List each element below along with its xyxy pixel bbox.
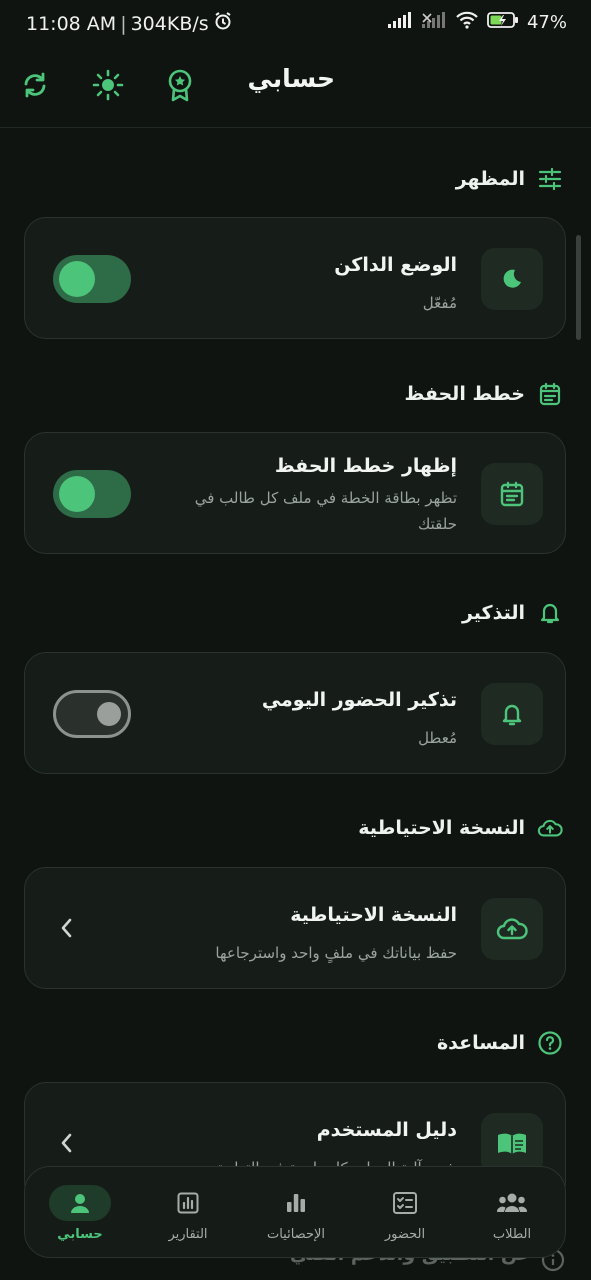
brightness-icon[interactable]: [91, 68, 125, 102]
nav-tab-statistics[interactable]: الإحصائيات: [253, 1167, 339, 1259]
bottom-navigation: حسابي التقارير الإحصائيات الحضور الطلاب: [24, 1166, 566, 1258]
section-reminder-header: التذكير: [462, 600, 563, 626]
attendance-reminder-title: تذكير الحضور اليومي: [261, 689, 457, 711]
toggle-knob: [59, 261, 95, 297]
person-icon: [71, 1193, 89, 1213]
section-backup-header: النسخة الاحتياطية: [358, 815, 563, 841]
signal-off-icon: [421, 11, 447, 34]
section-memorization-title: خطط الحفظ: [404, 383, 525, 405]
show-plans-toggle[interactable]: [53, 470, 131, 518]
show-plans-title: إظهار خطط الحفظ: [274, 455, 457, 477]
wifi-icon: [455, 11, 479, 34]
checklist-icon: [393, 1191, 417, 1214]
section-help-header: المساعدة: [437, 1030, 563, 1056]
bar-chart-icon: [287, 1193, 305, 1212]
cloud-upload-icon: [537, 815, 563, 841]
toggle-knob: [97, 702, 121, 726]
nav-pill: [49, 1184, 111, 1221]
nav-label-account: حسابي: [57, 1226, 103, 1242]
backup-subtitle: حفظ بياناتك في ملفٍ واحد واسترجاعها: [215, 944, 457, 962]
nav-label-attendance: الحضور: [384, 1226, 426, 1242]
cloud-upload-icon: [481, 898, 543, 960]
status-left: 11:08 AM | 304KB/s: [26, 11, 233, 36]
section-reminder-title: التذكير: [461, 602, 525, 624]
nav-tab-attendance[interactable]: الحضور: [370, 1167, 440, 1259]
nav-tab-account[interactable]: حسابي: [43, 1167, 117, 1259]
award-icon[interactable]: [163, 68, 197, 102]
account-screen: 11:08 AM | 304KB/s 47% حسابي المظهر الوض…: [0, 0, 591, 1280]
status-speed: 304KB/s: [130, 12, 209, 35]
nav-label-reports: التقارير: [168, 1226, 208, 1242]
help-circle-icon: [537, 1030, 563, 1056]
moon-icon: [481, 248, 543, 310]
calendar-icon: [481, 463, 543, 525]
app-header: حسابي: [0, 44, 591, 128]
attendance-reminder-subtitle: مُعطل: [418, 729, 457, 747]
scrollbar[interactable]: [576, 235, 581, 340]
show-plans-card[interactable]: إظهار خطط الحفظ تظهر بطاقة الخطة في ملف …: [24, 432, 566, 554]
chevron-left-icon[interactable]: [55, 915, 77, 941]
dark-mode-title: الوضع الداكن: [334, 254, 457, 276]
calendar-icon: [537, 381, 563, 407]
nav-label-students: الطلاب: [492, 1226, 532, 1242]
sync-icon[interactable]: [18, 68, 52, 102]
toggle-knob: [59, 476, 95, 512]
dark-mode-subtitle: مُفعّل: [422, 294, 457, 312]
alarm-icon: [213, 11, 233, 36]
sliders-icon: [537, 166, 563, 192]
status-time: 11:08 AM: [26, 12, 117, 35]
group-icon: [496, 1193, 528, 1212]
page-title: حسابي: [247, 64, 335, 93]
nav-label-statistics: الإحصائيات: [266, 1226, 326, 1242]
nav-pill: [157, 1185, 219, 1221]
battery-percent: 47%: [526, 12, 567, 33]
bell-icon: [537, 600, 563, 626]
attendance-reminder-card[interactable]: تذكير الحضور اليومي مُعطل: [24, 652, 566, 774]
nav-tab-reports[interactable]: التقارير: [152, 1167, 224, 1259]
attendance-reminder-toggle[interactable]: [53, 690, 131, 738]
dark-mode-toggle[interactable]: [53, 255, 131, 303]
user-guide-title: دليل المستخدم: [316, 1119, 457, 1141]
signal-icon: [387, 11, 413, 34]
chevron-left-icon[interactable]: [55, 1130, 77, 1156]
section-help-title: المساعدة: [436, 1032, 525, 1054]
backup-title: النسخة الاحتياطية: [290, 904, 457, 926]
dark-mode-card[interactable]: الوضع الداكن مُفعّل: [24, 217, 566, 339]
show-plans-subtitle: تظهر بطاقة الخطة في ملف كل طالب في حلقتك: [194, 489, 457, 533]
bell-icon: [481, 683, 543, 745]
section-appearance-title: المظهر: [455, 168, 525, 190]
status-right: 47%: [387, 11, 567, 34]
nav-tab-students[interactable]: الطلاب: [477, 1167, 547, 1259]
nav-pill: [481, 1185, 543, 1221]
report-chart-icon: [177, 1192, 199, 1213]
nav-pill: [265, 1185, 327, 1221]
section-memorization-header: خطط الحفظ: [404, 381, 563, 407]
backup-card[interactable]: النسخة الاحتياطية حفظ بياناتك في ملفٍ وا…: [24, 867, 566, 989]
status-separator: |: [120, 12, 127, 35]
section-backup-title: النسخة الاحتياطية: [358, 817, 525, 839]
nav-pill: [374, 1185, 436, 1221]
section-appearance-header: المظهر: [456, 166, 563, 192]
status-bar: 11:08 AM | 304KB/s 47%: [0, 0, 591, 44]
battery-icon: [487, 11, 519, 34]
